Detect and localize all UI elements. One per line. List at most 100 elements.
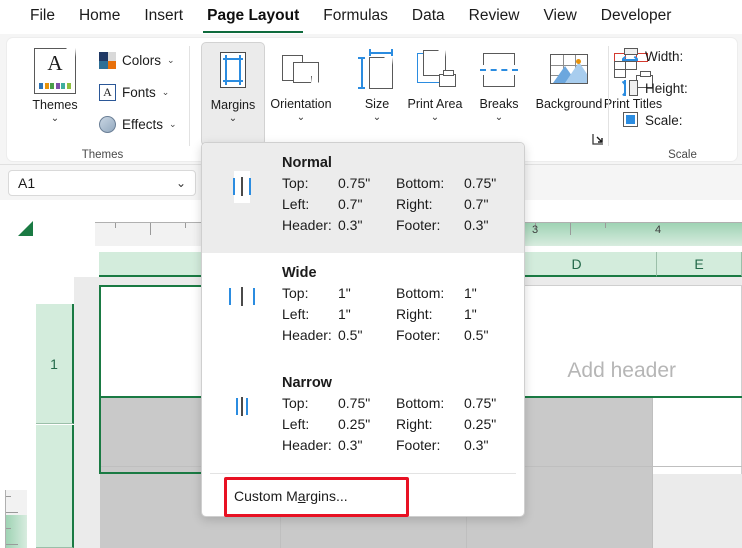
narrow-margins-icon: [236, 397, 248, 416]
height-icon: [622, 80, 640, 96]
custom-margins-label-pre: Custom M: [234, 488, 298, 504]
chevron-down-icon: ⌄: [50, 113, 60, 124]
fonts-label: Fonts: [122, 85, 156, 100]
custom-margins-menu-item[interactable]: Custom Ma rgins...: [202, 474, 524, 516]
effects-button[interactable]: Effects ⌄: [99, 116, 177, 133]
normal-bottom-value: 0.75": [464, 175, 497, 191]
wide-bottom-label: Bottom:: [396, 285, 445, 301]
narrow-bottom-value: 0.75": [464, 395, 497, 411]
size-button[interactable]: Size ⌄: [345, 42, 409, 146]
tab-home[interactable]: Home: [67, 4, 132, 30]
background-icon: [548, 49, 590, 91]
wide-right-label: Right:: [396, 306, 433, 322]
select-all-triangle-icon[interactable]: [18, 221, 33, 236]
dialog-launcher-icon[interactable]: [591, 132, 605, 146]
normal-details: Normal Top: 0.75" Bottom: 0.75" Left: 0.…: [282, 155, 524, 235]
wide-left-label: Left:: [282, 306, 310, 322]
tab-review[interactable]: Review: [457, 4, 532, 30]
custom-margins-accelerator: a: [297, 488, 306, 504]
fonts-button[interactable]: A Fonts ⌄: [99, 84, 169, 101]
wide-margins-icon: [229, 287, 255, 306]
narrow-header-value: 0.3": [338, 437, 363, 453]
margin-preset-narrow[interactable]: Narrow Top: 0.75" Bottom: 0.75" Left: 0.…: [202, 363, 524, 473]
wide-left-value: 1": [338, 306, 351, 322]
chevron-down-icon: ⌄: [228, 113, 238, 124]
narrow-footer-label: Footer:: [396, 437, 441, 453]
colors-label: Colors: [122, 53, 162, 68]
narrow-title: Narrow: [282, 375, 332, 391]
size-icon: [356, 49, 398, 91]
ribbon-tab-bar: File Home Insert Page Layout Formulas Da…: [0, 0, 742, 34]
themes-icon-glyph: A: [47, 51, 63, 75]
height-row[interactable]: Height:: [622, 80, 688, 96]
width-icon: [621, 48, 640, 64]
height-label: Height:: [645, 80, 688, 96]
custom-margins-label-post: rgins...: [305, 488, 348, 504]
normal-left-label: Left:: [282, 196, 310, 212]
normal-title: Normal: [282, 155, 332, 171]
normal-thumbnail-wrap: [202, 155, 282, 203]
themes-group-label: Themes: [81, 149, 124, 161]
tab-data[interactable]: Data: [400, 4, 457, 30]
normal-footer-value: 0.3": [464, 217, 489, 233]
scale-row[interactable]: Scale:: [622, 112, 683, 128]
colors-button[interactable]: Colors ⌄: [99, 52, 175, 69]
normal-right-label: Right:: [396, 196, 433, 212]
margins-button[interactable]: Margins ⌄: [201, 42, 265, 146]
print-area-icon: [414, 49, 456, 91]
wide-right-value: 1": [464, 306, 477, 322]
margin-preset-normal[interactable]: Normal Top: 0.75" Bottom: 0.75" Left: 0.…: [202, 143, 524, 253]
wide-details: Wide Top: 1" Bottom: 1" Left: 1" Right: …: [282, 265, 524, 345]
background-button-label: Background: [535, 97, 603, 111]
narrow-details: Narrow Top: 0.75" Bottom: 0.75" Left: 0.…: [282, 375, 524, 455]
width-row[interactable]: Width:: [621, 48, 683, 64]
fonts-icon: A: [99, 84, 116, 101]
wide-top-value: 1": [338, 285, 351, 301]
chevron-down-icon: ⌄: [161, 87, 170, 97]
normal-left-value: 0.7": [338, 196, 363, 212]
narrow-left-value: 0.25": [338, 416, 371, 432]
tab-file[interactable]: File: [18, 4, 67, 30]
wide-footer-label: Footer:: [396, 327, 441, 343]
name-box[interactable]: A1 ⌄: [8, 170, 196, 196]
chevron-down-icon: ⌄: [494, 112, 504, 123]
normal-top-label: Top:: [282, 175, 309, 191]
breaks-button-label: Breaks: [479, 97, 519, 111]
chevron-down-icon: ⌄: [372, 112, 382, 123]
print-area-button[interactable]: Print Area ⌄: [403, 42, 467, 146]
tab-insert[interactable]: Insert: [132, 4, 195, 30]
narrow-left-label: Left:: [282, 416, 310, 432]
effects-label: Effects: [122, 117, 164, 132]
add-header-placeholder[interactable]: Add header: [567, 359, 676, 383]
tab-formulas[interactable]: Formulas: [311, 4, 400, 30]
narrow-thumbnail-wrap: [202, 375, 282, 423]
ruler-number-3: 3: [532, 224, 539, 236]
ruler-number-4: 4: [655, 224, 662, 236]
group-divider: [189, 46, 190, 146]
ribbon-group-scale-to-fit: Width: Height: Scale: Scale: [616, 38, 737, 161]
wide-bottom-value: 1": [464, 285, 477, 301]
orientation-icon: [280, 49, 322, 91]
tab-view[interactable]: View: [531, 4, 588, 30]
normal-header-label: Header:: [282, 217, 332, 233]
normal-footer-label: Footer:: [396, 217, 441, 233]
normal-header-value: 0.3": [338, 217, 363, 233]
orientation-button[interactable]: Orientation ⌄: [269, 42, 333, 146]
tab-developer[interactable]: Developer: [589, 4, 684, 30]
print-area-button-label: Print Area: [407, 97, 463, 111]
margins-dropdown-menu: Normal Top: 0.75" Bottom: 0.75" Left: 0.…: [201, 142, 525, 517]
breaks-button[interactable]: Breaks ⌄: [467, 42, 531, 146]
normal-margins-icon: [233, 177, 251, 196]
themes-button[interactable]: A Themes ⌄: [23, 46, 87, 142]
themes-button-label: Themes: [32, 98, 78, 112]
row-header-2[interactable]: [36, 425, 74, 548]
tab-page-layout[interactable]: Page Layout: [195, 4, 311, 33]
margin-preset-wide[interactable]: Wide Top: 1" Bottom: 1" Left: 1" Right: …: [202, 253, 524, 363]
wide-header-value: 0.5": [338, 327, 363, 343]
background-button[interactable]: Background: [527, 42, 611, 146]
column-header-e[interactable]: E: [657, 252, 742, 277]
narrow-right-label: Right:: [396, 416, 433, 432]
effects-icon: [99, 116, 116, 133]
orientation-button-label: Orientation: [270, 97, 332, 111]
row-header-1[interactable]: 1: [36, 304, 74, 424]
